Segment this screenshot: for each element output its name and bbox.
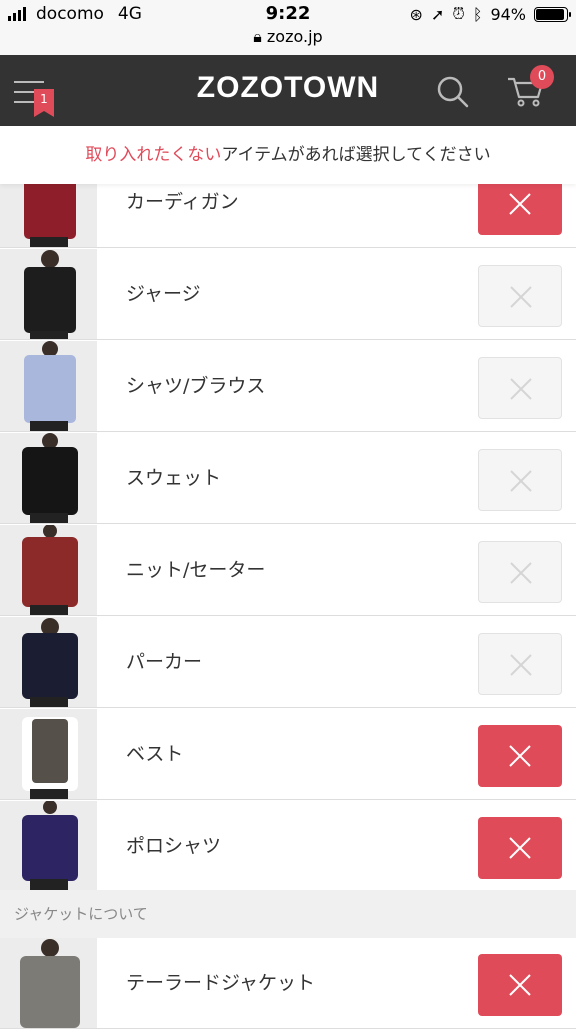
bluetooth-icon: ᛒ (472, 4, 483, 24)
exclude-toggle[interactable] (478, 817, 562, 879)
item-thumbnail (0, 433, 97, 523)
close-icon (509, 745, 531, 767)
location-icon: ➚ (430, 4, 445, 24)
exclude-toggle[interactable] (478, 357, 562, 419)
url-text: zozo.jp (266, 27, 323, 46)
item-thumbnail (0, 801, 97, 891)
status-right: ⊛ ➚ ⏰︎ ᛒ 94% (409, 4, 571, 24)
search-icon (437, 76, 469, 108)
battery-icon (534, 6, 571, 22)
url-bar[interactable]: 🔒︎ zozo.jp (0, 27, 576, 47)
item-thumbnail (0, 525, 97, 615)
alarm-icon: ⏰︎ (452, 4, 465, 23)
exclude-toggle[interactable] (478, 541, 562, 603)
item-label: シャツ/ブラウス (126, 375, 266, 397)
list-item[interactable]: スウェット (0, 433, 576, 524)
exclude-toggle[interactable] (478, 265, 562, 327)
exclude-toggle[interactable] (478, 449, 562, 511)
item-label: ジャージ (126, 283, 201, 305)
list-item[interactable]: ジャージ (0, 249, 576, 340)
logo[interactable]: ZOZOTOWN (0, 71, 576, 105)
item-label: パーカー (126, 651, 203, 673)
close-icon (509, 974, 531, 996)
close-icon (510, 562, 532, 584)
app-header: 1 ZOZOTOWN (0, 55, 576, 126)
item-thumbnail (0, 938, 97, 1028)
close-icon (510, 470, 532, 492)
list-item[interactable]: ポロシャツ (0, 801, 576, 892)
item-thumbnail (0, 249, 97, 339)
item-thumbnail (0, 341, 97, 431)
exclude-toggle[interactable] (478, 725, 562, 787)
list-item[interactable]: パーカー (0, 617, 576, 708)
close-icon (509, 193, 531, 215)
rotation-lock-icon: ⊛ (409, 4, 423, 24)
list-item[interactable]: ニット/セーター (0, 525, 576, 616)
instruction-banner: 取り入れたくないアイテムがあれば選択してください (0, 126, 576, 184)
close-icon (510, 286, 532, 308)
lock-icon: 🔒︎ (253, 27, 262, 46)
list-item[interactable]: ベスト (0, 709, 576, 800)
banner-text: アイテムがあれば選択してください (221, 145, 491, 165)
section-header-jacket: ジャケットについて (0, 890, 576, 938)
cart-count-badge: 0 (530, 65, 554, 89)
item-thumbnail (0, 709, 97, 799)
item-thumbnail (0, 617, 97, 707)
search-button[interactable] (436, 75, 470, 109)
item-label: ポロシャツ (126, 835, 222, 857)
close-icon (510, 654, 532, 676)
close-icon (510, 378, 532, 400)
exclude-toggle[interactable] (478, 954, 562, 1016)
close-icon (509, 837, 531, 859)
item-label: ベスト (126, 743, 184, 765)
list-item[interactable]: テーラードジャケット (0, 938, 576, 1029)
banner-accent-text: 取り入れたくない (85, 145, 222, 165)
battery-percent: 94% (490, 4, 526, 24)
status-bar: docomo 4G 9:22 🔒︎ zozo.jp ⊛ ➚ ⏰︎ ᛒ 94% (0, 0, 576, 55)
list-item[interactable]: シャツ/ブラウス (0, 341, 576, 432)
item-label: テーラードジャケット (126, 972, 316, 994)
item-label: ニット/セーター (126, 559, 266, 581)
exclude-toggle[interactable] (478, 633, 562, 695)
item-label: スウェット (126, 467, 222, 489)
